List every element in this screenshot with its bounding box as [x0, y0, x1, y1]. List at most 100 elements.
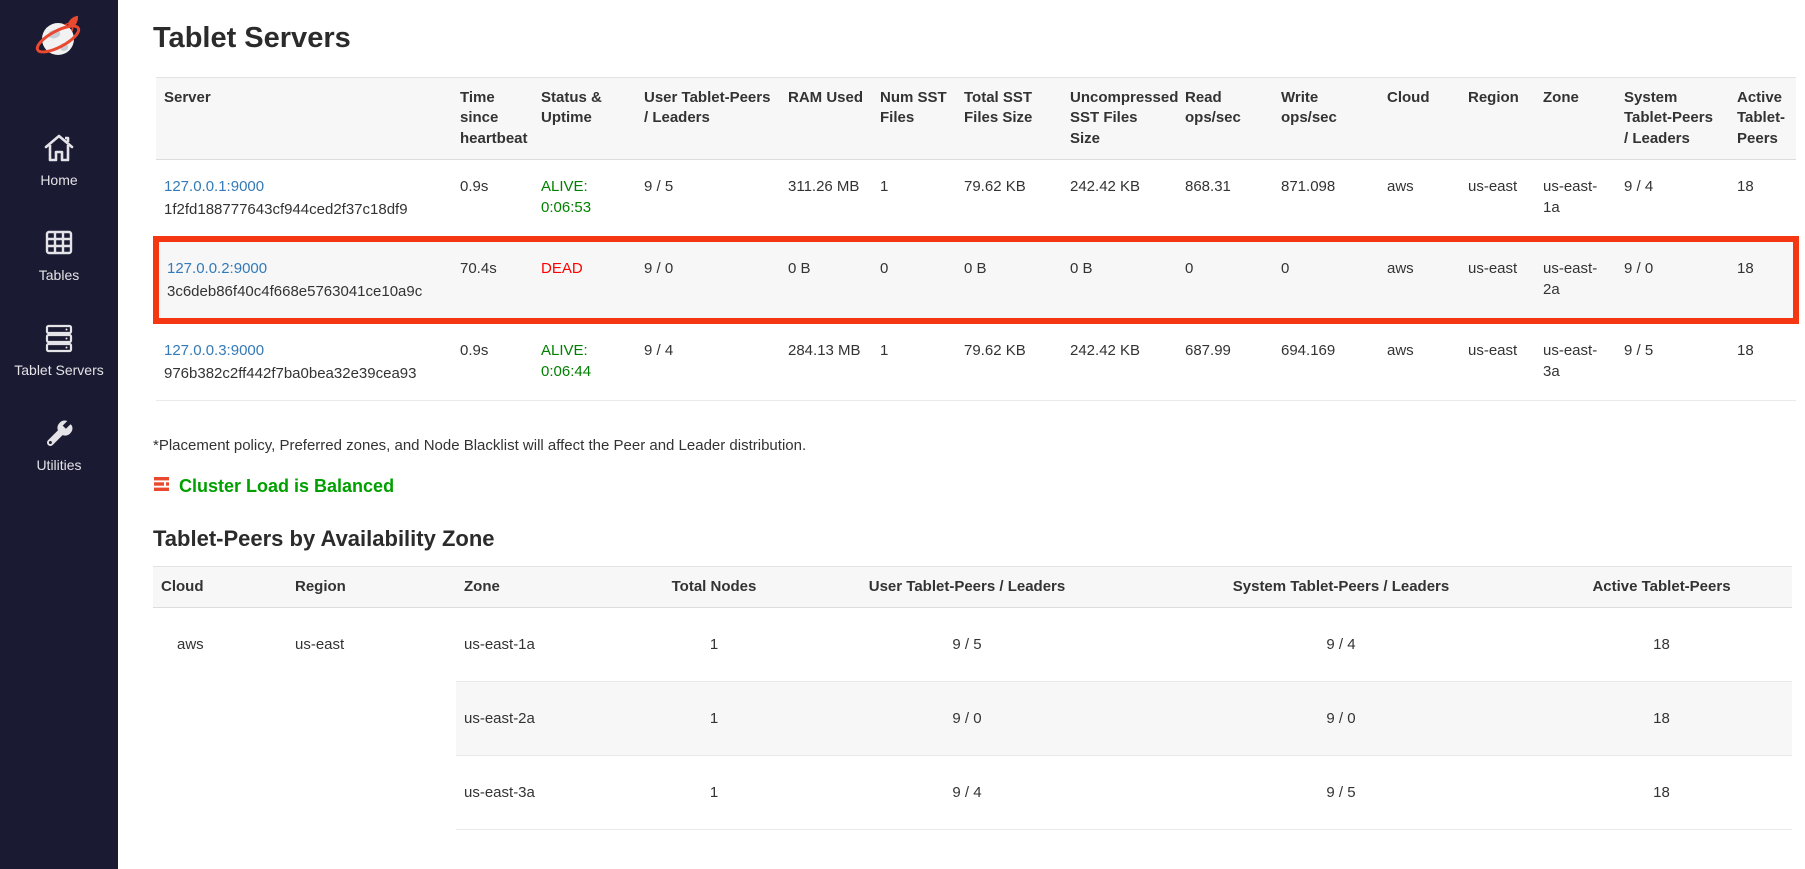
column-header: Zone [456, 566, 645, 607]
az-section-title: Tablet-Peers by Availability Zone [153, 526, 1799, 552]
column-header: Time since heartbeat [452, 78, 533, 160]
read-ops-cell: 687.99 [1177, 321, 1273, 401]
column-header: User Tablet-Peers / Leaders [636, 78, 780, 160]
server-link[interactable]: 127.0.0.1:9000 [164, 178, 264, 195]
home-icon [41, 130, 77, 166]
ram-cell: 311.26 MB [780, 159, 872, 239]
zone-cell: us-east-1a [456, 608, 645, 682]
server-uuid: 976b382c2ff442f7ba0bea32e39cea93 [164, 363, 444, 384]
sidebar-item-home[interactable]: Home [0, 112, 118, 207]
column-header: Write ops/sec [1273, 78, 1379, 160]
placement-policy-footnote: *Placement policy, Preferred zones, and … [153, 437, 1799, 454]
server-uuid: 3c6deb86f40c4f668e5763041ce10a9c [167, 281, 444, 302]
read-ops-cell: 868.31 [1177, 159, 1273, 239]
az-table: Cloud Region Zone Total Nodes User Table… [153, 566, 1792, 830]
sidebar-item-label: Tablet Servers [14, 362, 103, 378]
system-peers-cell: 9 / 0 [1151, 682, 1531, 756]
user-peers-cell: 9 / 4 [636, 321, 780, 401]
sidebar-item-tables[interactable]: Tables [0, 207, 118, 302]
column-header: Read ops/sec [1177, 78, 1273, 160]
column-header: User Tablet-Peers / Leaders [783, 566, 1151, 607]
status-cell: DEAD [533, 239, 636, 321]
status-label: ALIVE: [541, 340, 628, 361]
zone-cell: us-east-2a [1535, 239, 1616, 321]
total-nodes-cell: 1 [645, 682, 783, 756]
column-header: Uncompressed SST Files Size [1062, 78, 1177, 160]
uptime-value: 0:06:44 [541, 361, 628, 382]
column-header: Cloud [1379, 78, 1460, 160]
column-header: Total SST Files Size [956, 78, 1062, 160]
user-peers-cell: 9 / 0 [783, 682, 1151, 756]
column-header: Cloud [153, 566, 287, 607]
cloud-cell: aws [1379, 321, 1460, 401]
status-cell: ALIVE: 0:06:44 [533, 321, 636, 401]
cluster-load-icon [153, 476, 170, 498]
num-sst-cell: 1 [872, 321, 956, 401]
cloud-cell: aws [153, 608, 287, 830]
num-sst-cell: 1 [872, 159, 956, 239]
total-sst-cell: 79.62 KB [956, 159, 1062, 239]
column-header: Region [1460, 78, 1535, 160]
user-peers-cell: 9 / 4 [783, 756, 1151, 830]
status-label: DEAD [541, 258, 628, 279]
cluster-load-text: Cluster Load is Balanced [179, 476, 394, 497]
app-window: Home Tables [0, 0, 1805, 869]
system-peers-cell: 9 / 4 [1151, 608, 1531, 682]
total-sst-cell: 79.62 KB [956, 321, 1062, 401]
status-cell: ALIVE: 0:06:53 [533, 159, 636, 239]
server-link[interactable]: 127.0.0.2:9000 [167, 260, 267, 277]
column-header: Active Tablet-Peers [1531, 566, 1792, 607]
system-peers-cell: 9 / 5 [1616, 321, 1729, 401]
total-nodes-cell: 1 [645, 608, 783, 682]
sidebar-item-tablet-servers[interactable]: Tablet Servers [0, 302, 118, 397]
column-header: Num SST Files [872, 78, 956, 160]
active-peers-cell: 18 [1729, 239, 1796, 321]
table-row: 127.0.0.3:9000 976b382c2ff442f7ba0bea32e… [156, 321, 1796, 401]
column-header: System Tablet-Peers / Leaders [1616, 78, 1729, 160]
region-cell: us-east [1460, 321, 1535, 401]
column-header: Region [287, 566, 456, 607]
server-cell: 127.0.0.2:9000 3c6deb86f40c4f668e5763041… [156, 239, 452, 321]
sidebar-item-label: Tables [39, 267, 79, 283]
ram-cell: 0 B [780, 239, 872, 321]
sidebar-item-utilities[interactable]: Utilities [0, 397, 118, 492]
page-title: Tablet Servers [153, 22, 1799, 55]
column-header: Total Nodes [645, 566, 783, 607]
server-link[interactable]: 127.0.0.3:9000 [164, 342, 264, 359]
main-content: Tablet Servers Server Time since heartbe… [118, 0, 1805, 869]
uncompressed-sst-cell: 242.42 KB [1062, 159, 1177, 239]
column-header: Active Tablet-Peers [1729, 78, 1796, 160]
heartbeat-cell: 0.9s [452, 159, 533, 239]
cloud-cell: aws [1379, 159, 1460, 239]
sidebar-nav: Home Tables [0, 112, 118, 492]
az-table-row: aws us-east us-east-1a 1 9 / 5 9 / 4 18 [153, 608, 1792, 682]
column-header: Status & Uptime [533, 78, 636, 160]
uncompressed-sst-cell: 0 B [1062, 239, 1177, 321]
table-row-dead-highlighted: 127.0.0.2:9000 3c6deb86f40c4f668e5763041… [156, 239, 1796, 321]
zone-cell: us-east-1a [1535, 159, 1616, 239]
system-peers-cell: 9 / 0 [1616, 239, 1729, 321]
ram-cell: 284.13 MB [780, 321, 872, 401]
active-peers-cell: 18 [1531, 608, 1792, 682]
sidebar-item-label: Home [40, 172, 77, 188]
status-label: ALIVE: [541, 176, 628, 197]
server-cell: 127.0.0.1:9000 1f2fd188777643cf944ced2f3… [156, 159, 452, 239]
total-sst-cell: 0 B [956, 239, 1062, 321]
read-ops-cell: 0 [1177, 239, 1273, 321]
zone-cell: us-east-2a [456, 682, 645, 756]
sidebar: Home Tables [0, 0, 118, 869]
table-row: 127.0.0.1:9000 1f2fd188777643cf944ced2f3… [156, 159, 1796, 239]
user-peers-cell: 9 / 5 [783, 608, 1151, 682]
servers-table-header-row: Server Time since heartbeat Status & Upt… [156, 78, 1796, 160]
uncompressed-sst-cell: 242.42 KB [1062, 321, 1177, 401]
tables-grid-icon [41, 225, 77, 261]
cluster-load-status: Cluster Load is Balanced [153, 476, 1799, 498]
user-peers-cell: 9 / 5 [636, 159, 780, 239]
write-ops-cell: 871.098 [1273, 159, 1379, 239]
sidebar-item-label: Utilities [36, 457, 81, 473]
total-nodes-cell: 1 [645, 756, 783, 830]
column-header: RAM Used [780, 78, 872, 160]
column-header: Server [156, 78, 452, 160]
num-sst-cell: 0 [872, 239, 956, 321]
tablet-servers-icon [41, 320, 77, 356]
